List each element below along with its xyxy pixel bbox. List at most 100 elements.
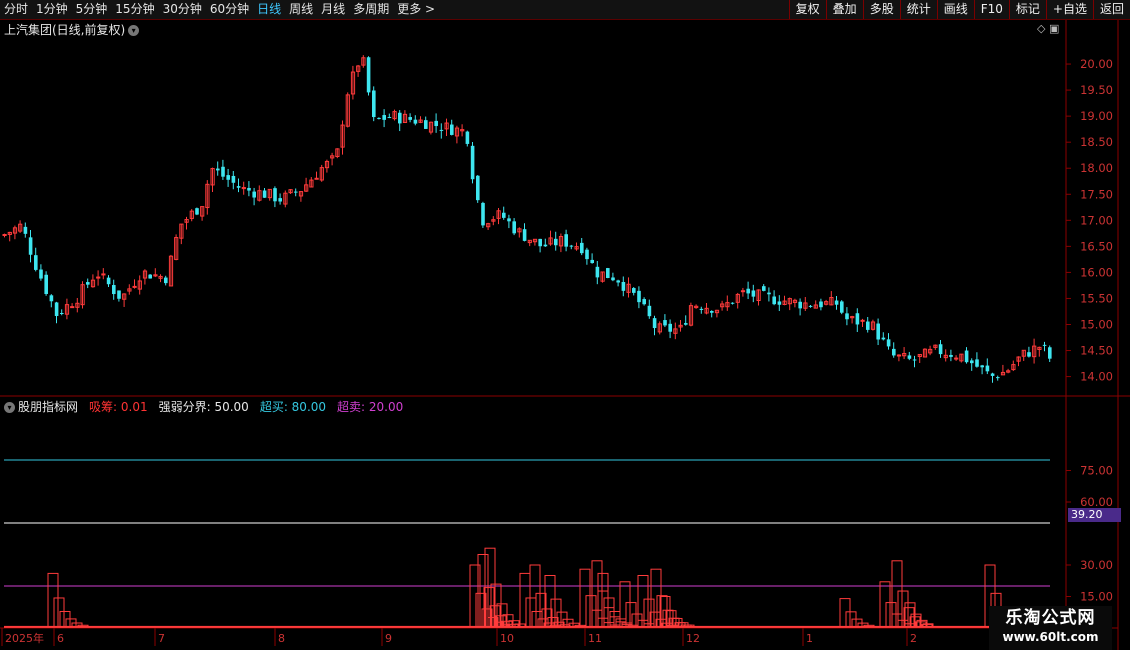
candle-body-down	[148, 274, 152, 279]
ind-bar	[643, 598, 655, 628]
candle-body-down	[980, 365, 984, 368]
ind-bar	[879, 581, 891, 628]
ind-bar	[579, 568, 591, 628]
x-axis-label-4: 9	[385, 632, 392, 645]
candle-body-down	[647, 305, 652, 317]
candle-body-down	[502, 212, 506, 218]
candle-body-down	[366, 57, 371, 93]
ind-bar	[897, 590, 909, 628]
candle-body-down	[590, 259, 594, 264]
price-tick-label-7: 16.50	[1080, 239, 1113, 253]
candle-body-down	[710, 310, 714, 313]
candle-body-down	[990, 373, 995, 376]
candle-body-down	[595, 266, 600, 278]
price-tick-label-9: 15.50	[1080, 291, 1113, 305]
x-axis-label-6: 11	[588, 632, 602, 645]
candle-body-down	[465, 131, 470, 144]
candle-body-down	[382, 115, 386, 120]
candle-body-down	[398, 112, 402, 124]
candle-body-down	[507, 218, 511, 222]
ind-bar	[619, 581, 631, 628]
watermark: 乐淘公式网 www.60lt.com	[989, 606, 1112, 650]
candle-body-down	[538, 238, 542, 247]
candle-body-down	[413, 119, 418, 124]
candle-body-down	[746, 288, 750, 294]
candle-body-down	[606, 268, 610, 278]
candle-body-down	[434, 120, 438, 127]
candle-body-down	[450, 124, 454, 135]
chevron-down-icon[interactable]: ▾	[4, 402, 15, 413]
ind-tick-label-1: 60.00	[1080, 495, 1113, 509]
candle-body-down	[1048, 347, 1052, 359]
candle-body-down	[278, 198, 282, 202]
price-tick-label-0: 20.00	[1080, 57, 1113, 71]
candle-body-up	[314, 177, 319, 180]
price-tick-label-12: 14.00	[1080, 370, 1113, 384]
candle-body-down	[117, 290, 121, 299]
candle-body-down	[424, 120, 428, 129]
candle-body-down	[44, 274, 48, 294]
candle-body-down	[970, 360, 974, 364]
candle-body-down	[938, 344, 943, 355]
price-tick-label-3: 18.50	[1080, 135, 1113, 149]
candle-body-down	[845, 313, 849, 320]
candle-body-up	[954, 357, 959, 360]
indicator-param-3: 超卖: 20.00	[337, 400, 404, 414]
current-value-badge: 39.20	[1068, 508, 1121, 522]
candle-body-down	[262, 190, 267, 198]
candle-body-down	[564, 234, 568, 247]
candle-body-down	[699, 308, 704, 310]
candle-body-down	[762, 286, 766, 291]
price-tick-label-5: 17.50	[1080, 187, 1113, 201]
indicator-param-1: 强弱分界: 50.00	[158, 400, 249, 414]
indicator-title: ▾ 股朋指标网 吸筹: 0.01 强弱分界: 50.00 超买: 80.00 超卖: 20…	[4, 398, 415, 415]
ind-bar	[53, 597, 65, 628]
candle-body-down	[481, 202, 485, 226]
ind-tick-label-0: 75.00	[1080, 464, 1113, 478]
candle-body-down	[798, 301, 802, 309]
candle-body-down	[652, 318, 657, 329]
candle-body-down	[49, 295, 54, 302]
ind-bar	[891, 560, 903, 628]
ind-bar	[519, 572, 531, 628]
candle-body-down	[569, 245, 574, 247]
price-tick-label-6: 17.00	[1080, 213, 1113, 227]
candle-body-down	[912, 359, 917, 361]
candle-body-down	[996, 377, 1000, 379]
candle-body-down	[195, 208, 199, 215]
indicator-param-0: 吸筹: 0.01	[89, 400, 148, 414]
candle-body-down	[554, 238, 558, 246]
candle-body-down	[777, 301, 782, 305]
ind-bar	[591, 560, 603, 628]
price-tick-label-8: 16.00	[1080, 265, 1113, 279]
candle-body-down	[1027, 352, 1031, 357]
indicator-param-2: 超买: 80.00	[259, 400, 327, 414]
candle-body-down	[866, 321, 870, 330]
candle-body-down	[226, 175, 230, 180]
candle-body-down	[684, 323, 688, 325]
candle-body-down	[580, 242, 584, 254]
candle-body-down	[86, 282, 90, 285]
x-axis-label-9: 2	[910, 632, 917, 645]
candle-body-down	[247, 187, 251, 191]
candle-body-down	[476, 175, 480, 201]
candle-body-down	[231, 175, 236, 183]
candle-body-up	[70, 306, 75, 309]
candle-body-down	[522, 229, 527, 241]
candle-body-down	[273, 188, 277, 202]
x-axis-label-8: 1	[806, 632, 813, 645]
candle-body-down	[611, 277, 615, 281]
candle-body-up	[2, 234, 7, 237]
candle-body-down	[221, 166, 225, 177]
price-tick-label-10: 15.00	[1080, 317, 1113, 331]
candle-body-down	[985, 365, 990, 372]
candle-body-down	[767, 292, 771, 295]
x-axis-label-7: 12	[686, 632, 700, 645]
candle-body-down	[663, 320, 667, 326]
watermark-line2: www.60lt.com	[1002, 630, 1099, 644]
candle-body-down	[60, 313, 64, 315]
candle-body-down	[439, 129, 444, 131]
indicator-params: 吸筹: 0.01 强弱分界: 50.00 超买: 80.00 超卖: 20.00	[84, 400, 409, 414]
candle-body-down	[512, 221, 516, 234]
candle-body-up	[740, 290, 746, 293]
